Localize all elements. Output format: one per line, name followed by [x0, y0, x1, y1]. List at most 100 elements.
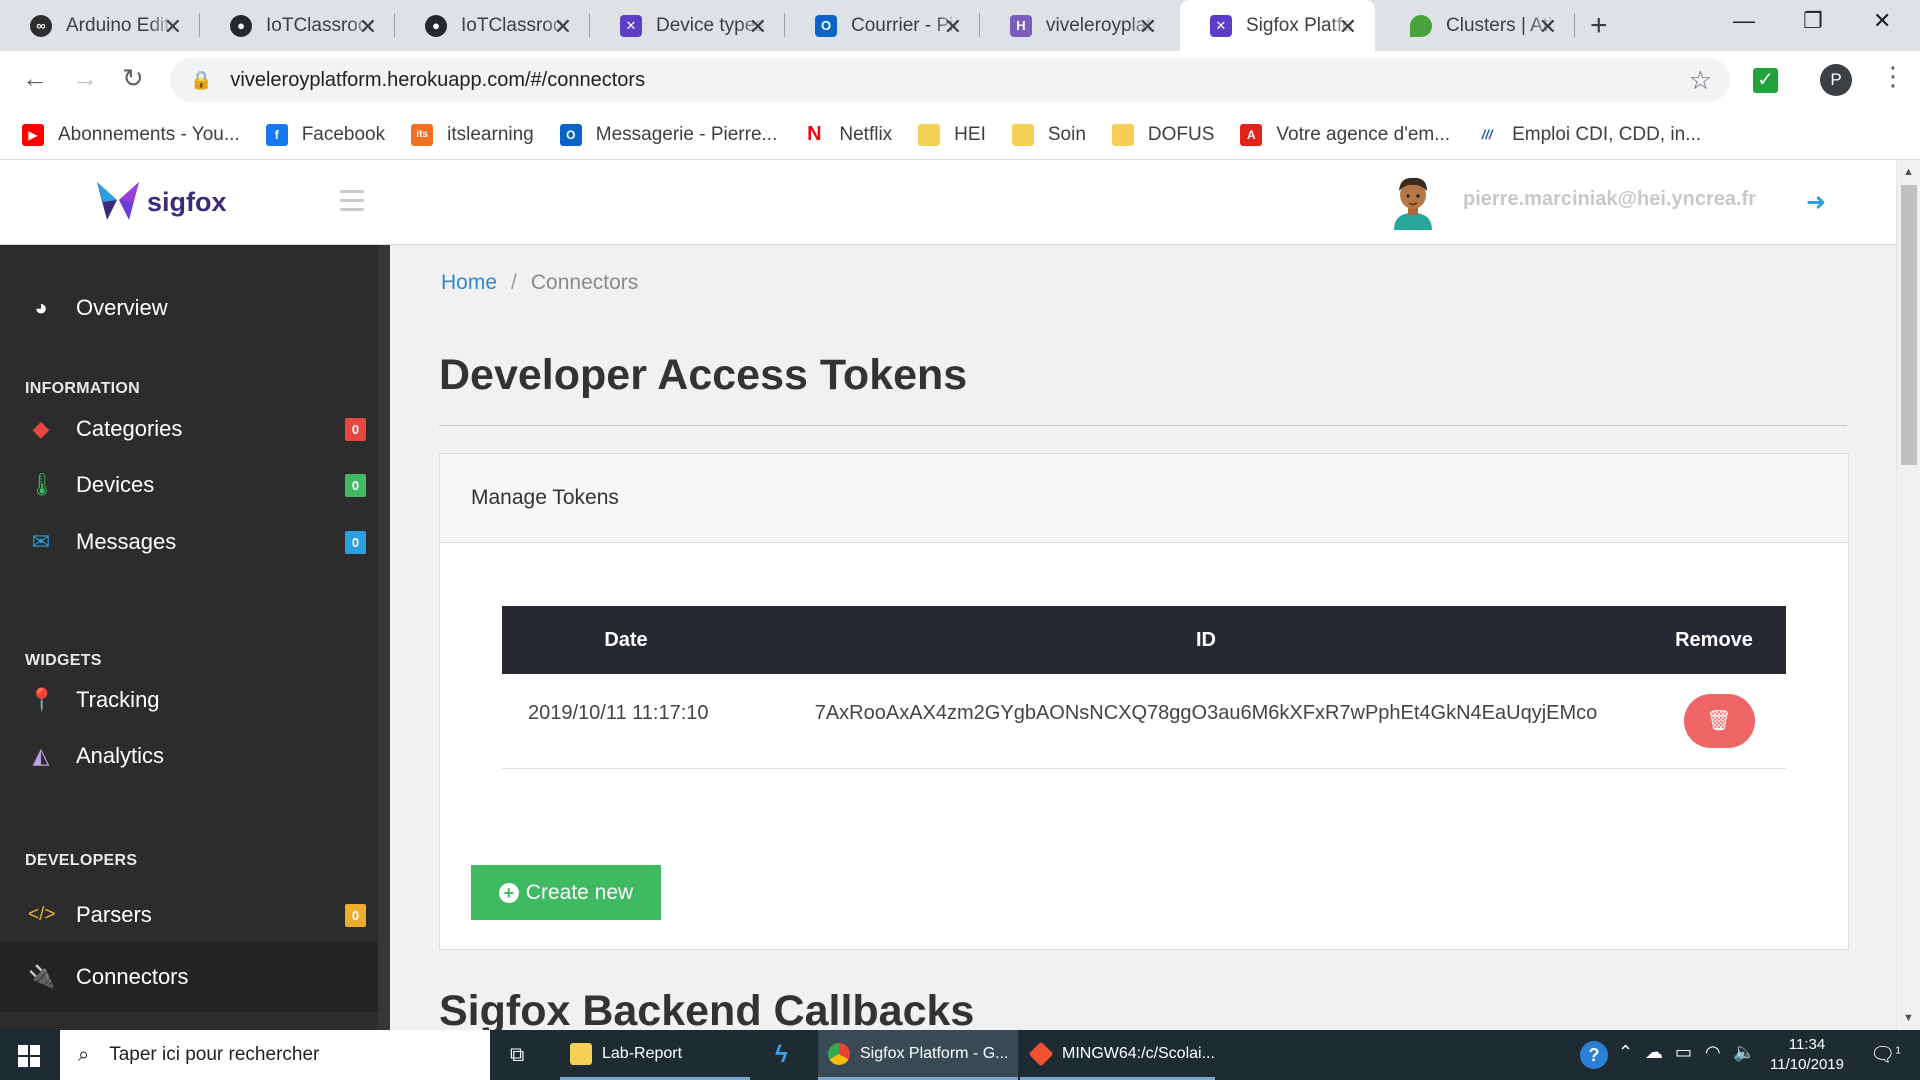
create-new-button[interactable]: + Create new — [471, 865, 661, 920]
windows-taskbar: ⌕ Taper ici pour rechercher ⧉ Lab-Report… — [0, 1030, 1920, 1080]
scroll-up-icon[interactable]: ▲ — [1903, 166, 1914, 178]
bookmark-star-icon[interactable]: ☆ — [1689, 65, 1712, 96]
address-bar[interactable]: 🔒 viveleroyplatform.herokuapp.com/#/conn… — [170, 58, 1730, 102]
app-header: sigfox pierre.marciniak@hei.yncrea.fr ➜ — [0, 160, 1896, 245]
bookmark-label: Facebook — [301, 123, 386, 145]
close-icon[interactable]: ✕ — [944, 14, 962, 40]
token-date: 2019/10/11 11:17:10 — [502, 674, 750, 769]
battery-icon[interactable]: ▭ — [1675, 1042, 1692, 1063]
browser-tab[interactable]: Clusters | Atlas ✕ — [1380, 0, 1575, 51]
chevron-up-icon[interactable]: ⌃ — [1618, 1042, 1633, 1063]
folder-icon — [1011, 123, 1034, 146]
count-badge: 0 — [345, 474, 366, 497]
card-header: Manage Tokens — [440, 454, 1848, 543]
lock-icon[interactable]: 🔒 — [190, 70, 212, 91]
restore-icon[interactable]: ❐ — [1803, 8, 1823, 34]
sidebar-item-connectors[interactable]: 🔌 Connectors — [0, 942, 378, 1012]
windows-start-icon[interactable] — [18, 1045, 40, 1067]
help-icon[interactable]: ? — [1580, 1041, 1608, 1069]
system-clock[interactable]: 11:34 11/10/2019 — [1767, 1035, 1847, 1075]
sidebar-item-devices[interactable]: 🌡 Devices 0 — [0, 457, 378, 513]
more-menu-icon[interactable]: ⋮ — [1880, 61, 1906, 92]
scrollbar-thumb[interactable] — [1901, 185, 1917, 465]
bookmark-folder[interactable]: Soin — [1011, 123, 1086, 146]
taskbar-app-chrome[interactable]: Sigfox Platform - G... — [818, 1030, 1018, 1080]
user-avatar[interactable] — [1390, 175, 1436, 230]
github-icon: ● — [230, 14, 252, 37]
logout-icon[interactable]: ➜ — [1806, 188, 1826, 217]
arduino-icon: ∞ — [30, 14, 52, 37]
browser-tab[interactable]: H viveleroyplatform ✕ — [980, 0, 1175, 51]
close-icon[interactable]: ✕ — [1539, 14, 1557, 40]
close-icon[interactable]: ✕ — [1139, 14, 1157, 40]
plus-circle-icon: + — [498, 882, 519, 903]
close-icon[interactable]: ✕ — [164, 14, 182, 40]
bookmark-item[interactable]: f Facebook — [265, 123, 386, 146]
trash-icon: 🗑 — [1706, 710, 1732, 733]
sidebar-item-categories[interactable]: ◆ Categories 0 — [0, 401, 378, 457]
bookmark-label: Soin — [1047, 123, 1086, 145]
bookmark-item[interactable]: /// Emploi CDI, CDD, in... — [1476, 123, 1701, 146]
bookmark-item[interactable]: ▶ Abonnements - You... — [22, 123, 240, 146]
taskbar-app-label: Sigfox Platform - G... — [860, 1044, 1009, 1062]
browser-tab[interactable]: ● IoTClassroom ✕ — [395, 0, 590, 51]
map-marker-icon: 📍 — [28, 687, 56, 712]
bookmark-folder[interactable]: HEI — [918, 123, 986, 146]
sidebar-item-messages[interactable]: ✉ Messages 0 — [0, 514, 378, 570]
breadcrumb-home-link[interactable]: Home — [441, 271, 497, 294]
minimize-icon[interactable]: — — [1733, 8, 1755, 34]
bookmark-item[interactable]: A Votre agence d'em... — [1240, 123, 1451, 146]
itslearning-icon: its — [411, 123, 434, 146]
hamburger-menu-icon[interactable] — [340, 190, 364, 217]
task-view-icon[interactable]: ⧉ — [500, 1030, 540, 1080]
close-icon[interactable]: ✕ — [1339, 14, 1357, 40]
taskbar-search-box[interactable]: ⌕ Taper ici pour rechercher — [60, 1030, 490, 1080]
bookmark-item[interactable]: N Netflix — [803, 123, 892, 146]
back-arrow-icon[interactable]: ← — [22, 63, 48, 94]
browser-tab[interactable]: ✕ Device types ✕ — [590, 0, 785, 51]
bookmark-item[interactable]: its itslearning — [411, 123, 534, 146]
taskbar-app-visual-studio[interactable]: ϟ — [765, 1030, 815, 1080]
reload-icon[interactable]: ↻ — [122, 63, 144, 94]
notification-center-icon[interactable]: 🗨1 — [1870, 1042, 1901, 1067]
close-icon[interactable]: ✕ — [749, 14, 767, 40]
onedrive-icon[interactable]: ☁ — [1645, 1042, 1663, 1063]
taskbar-app-git-bash[interactable]: MINGW64:/c/Scolai... — [1020, 1030, 1215, 1080]
sigfox-icon: ✕ — [620, 14, 642, 37]
close-icon[interactable]: ✕ — [359, 14, 377, 40]
browser-tab[interactable]: ● IoTClassroom ✕ — [200, 0, 395, 51]
browser-tab-active[interactable]: ✕ Sigfox Platform ✕ — [1180, 0, 1375, 51]
profile-avatar[interactable]: P — [1820, 64, 1852, 96]
outlook-icon: O — [559, 123, 582, 146]
user-email[interactable]: pierre.marciniak@hei.yncrea.fr — [1463, 188, 1756, 211]
url-text[interactable]: viveleroyplatform.herokuapp.com/#/connec… — [230, 69, 645, 92]
window-close-icon[interactable]: ✕ — [1873, 8, 1891, 34]
new-tab-icon[interactable]: + — [1590, 9, 1608, 43]
sidebar-item-overview[interactable]: ◕ Overview — [0, 280, 378, 336]
browser-tab[interactable]: ∞ Arduino Editor ✕ — [0, 0, 200, 51]
browser-tab[interactable]: O Courrier - Pierre ✕ — [785, 0, 980, 51]
volume-icon[interactable]: 🔈 — [1733, 1042, 1755, 1063]
visual-studio-icon: ϟ — [775, 1041, 788, 1068]
forward-arrow-icon[interactable]: → — [72, 63, 98, 94]
taskbar-app-lab-report[interactable]: Lab-Report — [560, 1030, 750, 1080]
sigfox-butterfly-icon — [97, 182, 139, 220]
extension-check-icon[interactable]: ✓ — [1753, 68, 1778, 93]
count-badge: 0 — [345, 904, 366, 927]
remove-token-button[interactable]: 🗑 — [1683, 693, 1755, 748]
sidebar-item-tracking[interactable]: 📍 Tracking — [0, 672, 378, 728]
sigfox-logo[interactable]: sigfox — [95, 180, 227, 224]
bookmark-folder[interactable]: DOFUS — [1111, 123, 1214, 146]
task-view-glyph: ⧉ — [510, 1043, 525, 1066]
close-icon[interactable]: ✕ — [554, 14, 572, 40]
folder-icon — [918, 123, 941, 146]
page-scrollbar[interactable]: ▲ ▼ — [1896, 160, 1920, 1030]
bookmark-item[interactable]: O Messagerie - Pierre... — [559, 123, 777, 146]
brand-name: sigfox — [147, 186, 227, 217]
bookmark-label: Votre agence d'em... — [1276, 123, 1451, 145]
wifi-icon[interactable]: ◠ — [1705, 1042, 1721, 1063]
sidebar-item-analytics[interactable]: ◭ Analytics — [0, 728, 378, 784]
sidebar-item-parsers[interactable]: </> Parsers 0 — [0, 887, 378, 943]
tab-separator — [1574, 13, 1575, 37]
scroll-down-icon[interactable]: ▼ — [1903, 1012, 1914, 1024]
